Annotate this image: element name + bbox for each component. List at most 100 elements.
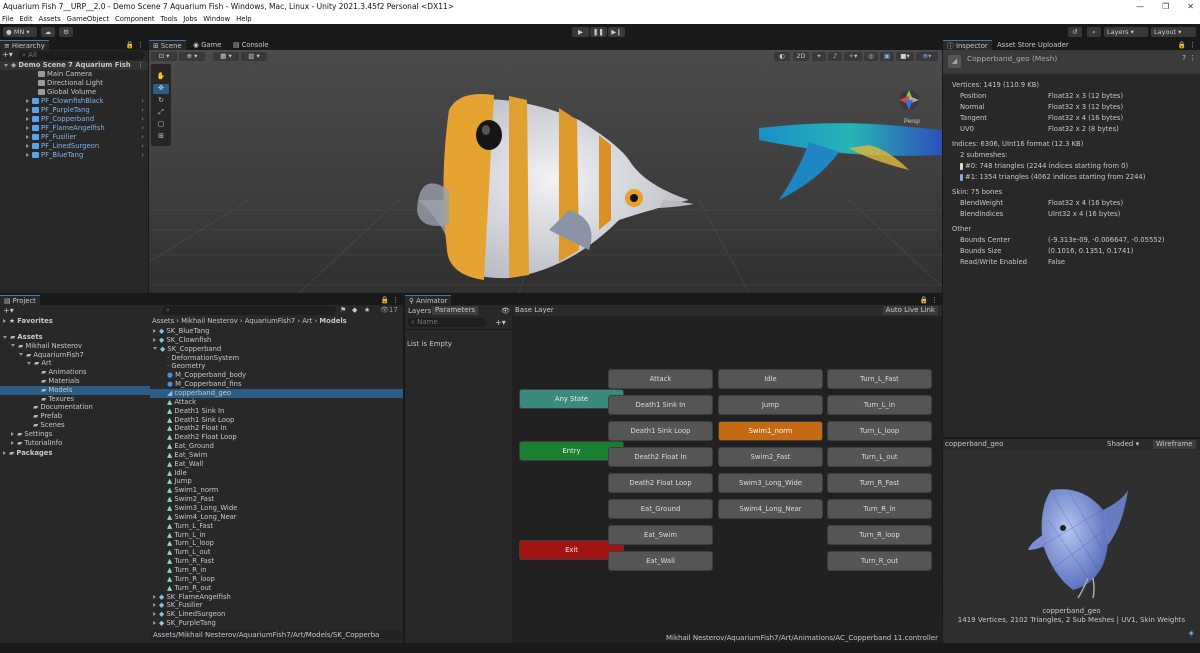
folder-tree-item[interactable]: ▰ Materials <box>0 377 150 386</box>
wireframe-toggle[interactable]: Wireframe <box>1153 440 1196 449</box>
snap-dropdown[interactable]: ⊕ ▾ <box>179 52 205 61</box>
layers-dropdown[interactable]: Layers ▾ <box>1104 27 1148 37</box>
project-file-item[interactable]: ▲ Swim3_Long_Wide <box>150 504 403 513</box>
breadcrumb-mikhail[interactable]: Mikhail Nesterov <box>181 317 238 325</box>
state-node[interactable]: Turn_R_out <box>827 551 932 571</box>
project-file-item[interactable]: ◆ SK_Clownfish <box>150 336 403 345</box>
expand-arrow-icon[interactable] <box>3 319 6 323</box>
more-options-icon[interactable]: ⋮ <box>392 295 399 305</box>
tab-hierarchy[interactable]: ≡ Hierarchy <box>0 40 49 50</box>
menu-gameobject[interactable]: GameObject <box>67 14 109 24</box>
menu-component[interactable]: Component <box>115 14 154 24</box>
more-options-icon[interactable]: ⋮ <box>137 40 144 50</box>
move-tool-icon[interactable]: ✥ <box>153 84 169 94</box>
create-asset-button[interactable]: +▾ <box>3 306 14 315</box>
project-file-item[interactable]: ▲ Idle <box>150 469 403 478</box>
state-node[interactable]: Turn_R_in <box>827 499 932 519</box>
project-file-item[interactable]: ◆ SK_LinedSurgeon <box>150 610 403 619</box>
project-file-item[interactable]: ▲ Death2 Float Loop <box>150 433 403 442</box>
breadcrumb-art[interactable]: Art <box>302 317 312 325</box>
step-button[interactable]: ▶❙ <box>608 27 625 37</box>
filter-label-icon[interactable]: ◆ <box>352 306 357 314</box>
hierarchy-item[interactable]: PF_FlameAngelfish › <box>0 124 148 133</box>
project-file-item[interactable]: ▲ Eat_Swim <box>150 451 403 460</box>
undo-history-icon[interactable]: ↺ <box>1068 27 1082 37</box>
rect-tool-icon[interactable]: ▢ <box>153 120 169 130</box>
play-button[interactable]: ▶ <box>572 27 589 37</box>
state-node[interactable]: Turn_L_out <box>827 447 932 467</box>
project-file-item[interactable]: ▲ Turn_L_in <box>150 531 403 540</box>
folder-tree-item[interactable]: ▰ Scenes <box>0 421 150 430</box>
preview-icon[interactable]: ◈ <box>1189 629 1194 637</box>
breadcrumb-assets[interactable]: Assets <box>152 317 174 325</box>
lock-icon[interactable]: 🔒 <box>1178 40 1186 50</box>
expand-arrow-icon[interactable] <box>26 153 29 157</box>
expand-arrow-icon[interactable] <box>11 344 15 348</box>
project-file-item[interactable]: ● M_Copperband_body <box>150 371 403 380</box>
expand-arrow-icon[interactable] <box>153 612 156 617</box>
rotate-tool-icon[interactable]: ↻ <box>153 96 169 106</box>
expand-arrow-icon[interactable] <box>4 63 8 67</box>
add-object-button[interactable]: +▾ <box>2 51 13 59</box>
expand-arrow-icon[interactable] <box>153 337 156 342</box>
tab-game[interactable]: ◉ Game <box>189 40 225 50</box>
expand-arrow-icon[interactable] <box>11 440 14 445</box>
scene-visibility-icon[interactable]: ▣ <box>880 52 894 61</box>
state-node[interactable]: Swim1_norm <box>718 421 823 441</box>
settings-icon[interactable]: ⋮ <box>1189 54 1196 62</box>
state-node[interactable]: Attack <box>608 369 713 389</box>
expand-arrow-icon[interactable] <box>11 431 14 436</box>
folder-tree-item[interactable]: ▰ Documentation <box>0 403 150 412</box>
project-file-item[interactable]: ▲ Turn_R_out <box>150 584 403 593</box>
expand-arrow-icon[interactable] <box>3 451 6 456</box>
close-icon[interactable]: ✕ <box>1187 0 1194 14</box>
state-node[interactable]: Turn_L_loop <box>827 421 932 441</box>
search-icon[interactable]: ⌕ <box>1087 27 1101 37</box>
project-file-item[interactable]: ▲ Turn_R_in <box>150 566 403 575</box>
pause-button[interactable]: ❚❚ <box>590 27 607 37</box>
hierarchy-item[interactable]: Main Camera <box>0 70 148 79</box>
gizmos-dropdown[interactable]: ⊕▾ <box>916 52 938 61</box>
project-file-item[interactable]: ● M_Copperband_fins <box>150 380 403 389</box>
hierarchy-item[interactable]: PF_Copperband › <box>0 115 148 124</box>
expand-arrow-icon[interactable] <box>153 329 156 333</box>
hand-tool-icon[interactable]: ✋ <box>153 72 169 82</box>
hidden-objects-icon[interactable]: ◎ <box>864 52 878 61</box>
tab-console[interactable]: ▤ Console <box>229 40 273 50</box>
chevron-right-icon[interactable]: › <box>141 115 144 124</box>
project-file-item[interactable]: ▲ Turn_L_out <box>150 548 403 557</box>
chevron-right-icon[interactable]: › <box>141 106 144 115</box>
tab-inspector[interactable]: ⓘ Inspector <box>943 40 992 50</box>
cloud-icon[interactable]: ☁ <box>41 27 55 37</box>
draw-mode-dropdown[interactable]: ⊡ ▾ <box>151 52 177 61</box>
project-file-item[interactable]: ◆ SK_Fusilier <box>150 601 403 610</box>
project-file-item[interactable]: ▲ Swim2_Fast <box>150 495 403 504</box>
state-node[interactable]: Death2 Float Loop <box>608 473 713 493</box>
expand-arrow-icon[interactable] <box>27 361 31 365</box>
menu-file[interactable]: File <box>2 14 13 24</box>
project-file-item[interactable]: · DeformationSystem <box>150 354 403 363</box>
state-node[interactable]: Swim3_Long_Wide <box>718 473 823 493</box>
state-node[interactable]: Swim4_Long_Near <box>718 499 823 519</box>
expand-arrow-icon[interactable] <box>26 135 29 139</box>
state-node[interactable]: Eat_Ground <box>608 499 713 519</box>
more-options-icon[interactable]: ⋮ <box>1189 40 1196 50</box>
help-icon[interactable]: ? <box>1182 54 1186 62</box>
folder-tree-item[interactable]: ▰ Prefab <box>0 412 150 421</box>
hierarchy-search-input[interactable]: ⌕ All <box>18 51 144 60</box>
expand-arrow-icon[interactable] <box>3 335 7 339</box>
favorites-header[interactable]: ★ Favorites <box>0 317 150 326</box>
state-node[interactable]: Turn_L_Fast <box>827 369 932 389</box>
state-node[interactable]: Death1 Sink Loop <box>608 421 713 441</box>
project-file-item[interactable]: ▲ Death2 Float In <box>150 424 403 433</box>
expand-arrow-icon[interactable] <box>26 99 29 103</box>
project-file-item[interactable]: ◆ SK_BlueTang <box>150 327 403 336</box>
expand-arrow-icon[interactable] <box>19 353 23 357</box>
project-file-item[interactable]: ▲ Eat_Ground <box>150 442 403 451</box>
project-file-item[interactable]: ▲ Jump <box>150 477 403 486</box>
project-file-item[interactable]: ▲ Swim4_Long_Near <box>150 513 403 522</box>
project-file-item[interactable]: ▲ Turn_L_Fast <box>150 522 403 531</box>
project-file-item[interactable]: ▲ Turn_R_loop <box>150 575 403 584</box>
camera-icon[interactable]: ■▾ <box>896 52 914 61</box>
state-node[interactable]: Eat_Wall <box>608 551 713 571</box>
